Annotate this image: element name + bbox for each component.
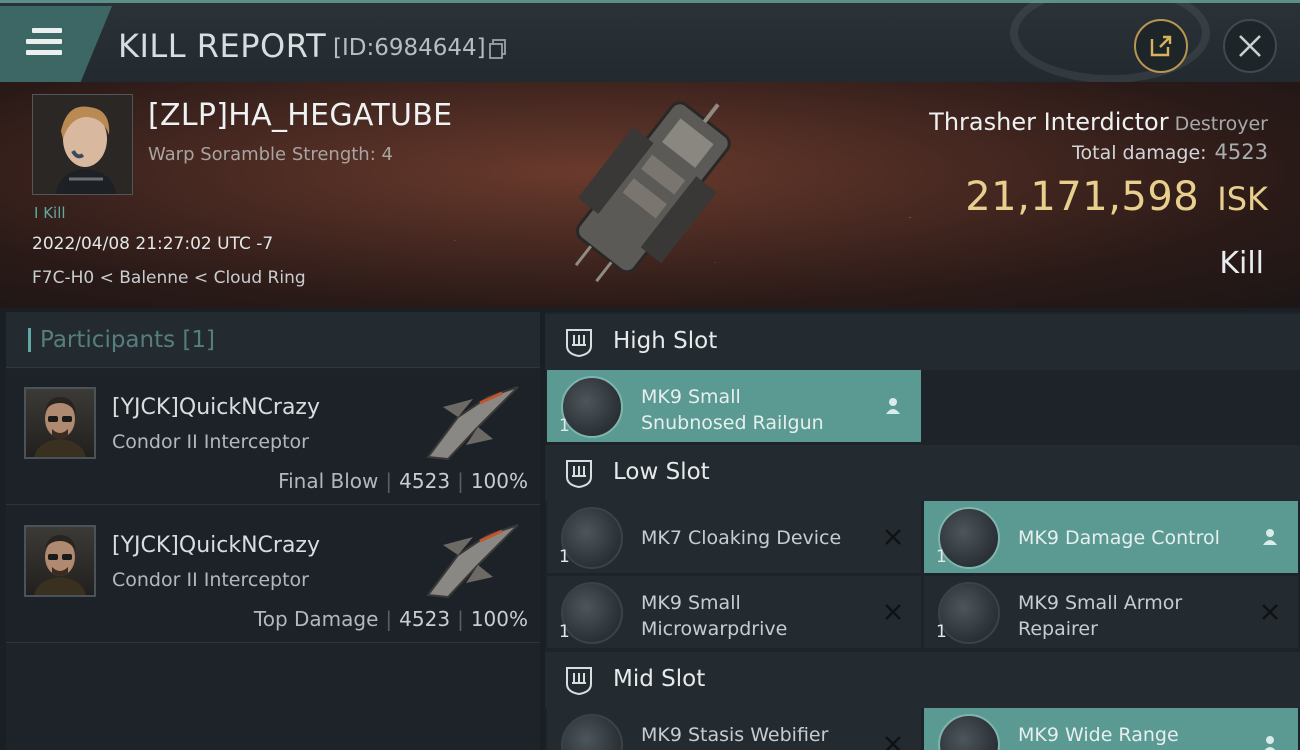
- high-slot-icon: [566, 329, 592, 358]
- low-slot-icon: [566, 460, 592, 489]
- hamburger-menu-icon: [26, 28, 62, 61]
- victim-subtitle: Warp Soramble Strength: 4: [148, 144, 393, 165]
- victim-ship-name: Thrasher Interdictor Destroyer: [929, 108, 1268, 136]
- module-name: MK9 Stasis Webifier: [641, 724, 829, 746]
- victim-name: [ZLP]HA_HEGATUBE: [148, 98, 453, 133]
- report-id: [ID:6984644]: [333, 35, 486, 61]
- isk-value: 21,171,598 ISK: [965, 174, 1268, 220]
- x-icon: [1262, 604, 1278, 620]
- total-damage-value: 4523: [1214, 140, 1268, 164]
- stasis-webifier-icon: [561, 714, 623, 750]
- module-qty: 1: [559, 416, 570, 436]
- participant-card[interactable]: [YJCK]QuickNCrazy Condor II Interceptor …: [6, 369, 540, 505]
- module-name: MK9 Small Armor Repairer: [1018, 592, 1183, 640]
- victim-ship-image: [574, 101, 731, 283]
- x-icon: [885, 736, 901, 750]
- close-button[interactable]: [1223, 19, 1277, 73]
- module-name: MK9 Damage Control: [1018, 527, 1220, 549]
- module-item[interactable]: 1 MK7 Cloaking Device: [547, 501, 921, 573]
- kill-datetime: 2022/04/08 21:27:02 UTC -7: [32, 234, 274, 254]
- participants-header[interactable]: Participants [1]: [6, 312, 540, 368]
- x-icon: [885, 604, 901, 620]
- participant-damage: 4523: [399, 469, 451, 493]
- victim-ship-class: Destroyer: [1174, 113, 1268, 135]
- top-bar: KILL REPORT [ID:6984644]: [0, 0, 1300, 83]
- participant-name: [YJCK]QuickNCrazy: [112, 395, 321, 420]
- participant-damage: 4523: [399, 607, 451, 631]
- person-icon: [1263, 529, 1277, 545]
- x-icon: [885, 529, 901, 545]
- participant-ship: Condor II Interceptor: [112, 431, 309, 453]
- module-name: MK9 Small Microwarpdrive: [641, 592, 788, 640]
- high-slot-label: High Slot: [613, 328, 718, 354]
- participant-avatar: [24, 387, 96, 459]
- module-name: MK9 Small Snubnosed Railgun: [641, 386, 824, 434]
- participants-title: Participants [1]: [40, 327, 215, 353]
- module-name: MK9 Wide Range: [1018, 724, 1179, 746]
- participant-ship-image: [426, 386, 519, 461]
- page-title: KILL REPORT: [118, 27, 327, 65]
- isk-amount: 21,171,598: [965, 174, 1200, 220]
- total-damage: Total damage: 4523: [1072, 140, 1268, 164]
- module-item[interactable]: 1 MK9 Wide Range: [924, 708, 1298, 750]
- wide-range-icon: [938, 714, 1000, 750]
- module-item[interactable]: 1 MK9 Small Snubnosed Railgun: [547, 370, 921, 442]
- share-button[interactable]: [1134, 19, 1188, 73]
- victim-banner: [ZLP]HA_HEGATUBE Warp Soramble Strength:…: [0, 82, 1300, 308]
- participant-role: Top Damage: [253, 607, 379, 631]
- participant-stats: Top Damage | 4523 | 100%: [253, 607, 528, 631]
- participants-panel: Participants [1] [YJCK]QuickNCrazy Condo…: [6, 312, 540, 750]
- module-item[interactable]: 1 MK9 Damage Control: [924, 501, 1298, 573]
- share-icon: [1150, 35, 1172, 57]
- copy-icon[interactable]: [489, 39, 507, 59]
- participant-role: Final Blow: [278, 469, 379, 493]
- module-item[interactable]: 1 MK9 Small Armor Repairer: [924, 576, 1298, 648]
- mid-slot-icon: [566, 667, 592, 696]
- participant-card[interactable]: [YJCK]QuickNCrazy Condor II Interceptor …: [6, 507, 540, 643]
- kill-tag: I Kill: [34, 204, 66, 222]
- mid-slot-header: Mid Slot: [545, 652, 1300, 708]
- fitting-panel: High Slot 1 MK9 Small Snubnosed Railgun …: [545, 312, 1300, 750]
- close-icon: [1239, 35, 1261, 57]
- participant-stats: Final Blow | 4523 | 100%: [278, 469, 528, 493]
- module-name: MK7 Cloaking Device: [641, 527, 842, 549]
- module-qty: 1: [559, 547, 570, 567]
- participant-avatar: [24, 525, 96, 597]
- victim-portrait[interactable]: [32, 94, 133, 195]
- module-item[interactable]: 1 MK9 Small Microwarpdrive: [547, 576, 921, 648]
- menu-button[interactable]: [0, 6, 112, 82]
- armor-repairer-icon: [938, 582, 1000, 644]
- participant-percent: 100%: [470, 469, 528, 493]
- module-qty: 1: [559, 622, 570, 642]
- low-slot-label: Low Slot: [613, 459, 710, 485]
- module-qty: 1: [936, 547, 947, 567]
- person-icon: [1264, 736, 1276, 750]
- module-qty: 1: [936, 622, 947, 642]
- microwarpdrive-icon: [561, 582, 623, 644]
- participant-ship-image: [426, 524, 519, 599]
- cloaking-device-icon: [561, 507, 623, 569]
- damage-control-icon: [938, 507, 1000, 569]
- participant-name: [YJCK]QuickNCrazy: [112, 533, 321, 558]
- mid-slot-label: Mid Slot: [613, 666, 706, 692]
- high-slot-header: High Slot: [545, 314, 1300, 370]
- railgun-icon: [561, 376, 623, 438]
- isk-unit: ISK: [1217, 180, 1268, 218]
- kill-result: Kill: [1219, 246, 1264, 281]
- person-icon: [886, 398, 900, 414]
- participant-percent: 100%: [470, 607, 528, 631]
- pilot-portrait-image: [33, 95, 132, 194]
- participant-ship: Condor II Interceptor: [112, 569, 309, 591]
- kill-location[interactable]: F7C-H0 < Balenne < Cloud Ring: [32, 268, 306, 288]
- module-item[interactable]: 1 MK9 Stasis Webifier: [547, 708, 921, 750]
- low-slot-header: Low Slot: [545, 445, 1300, 501]
